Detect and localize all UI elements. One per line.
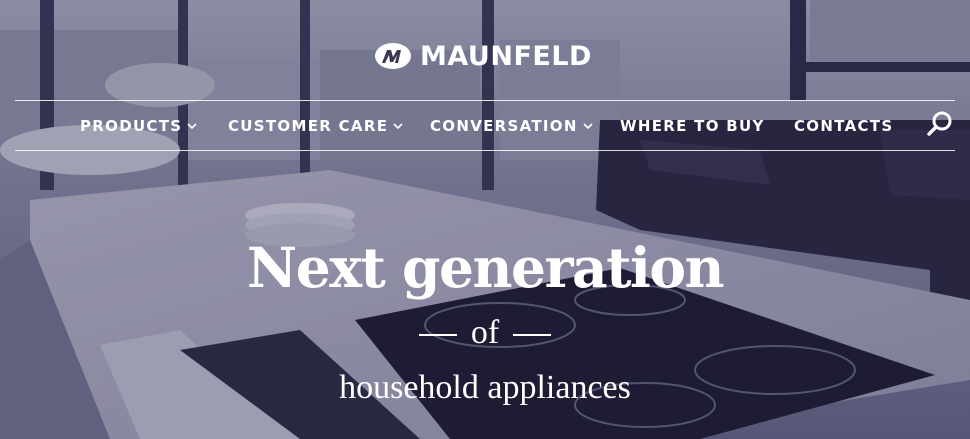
nav-item-conversation[interactable]: CONVERSATION <box>430 101 593 150</box>
hero-subheadline: household appliances <box>339 369 631 406</box>
chevron-down-icon <box>187 123 197 130</box>
nav-item-contacts[interactable]: CONTACTS <box>794 101 893 150</box>
nav-item-where-to-buy[interactable]: WHERE TO BUY <box>620 101 765 150</box>
nav-item-label: PRODUCTS <box>80 116 183 135</box>
maunfeld-logo-mark-icon <box>375 43 411 69</box>
search-icon[interactable] <box>926 110 954 138</box>
chevron-down-icon <box>393 123 403 130</box>
nav-item-label: CUSTOMER CARE <box>228 116 389 135</box>
nav-item-products[interactable]: PRODUCTS <box>80 101 197 150</box>
nav-item-label: CONVERSATION <box>430 116 578 135</box>
brand-logo[interactable]: MAUNFELD <box>374 39 592 73</box>
main-navigation: PRODUCTS CUSTOMER CARE CONVERSATION WHER… <box>0 101 970 150</box>
right-dash-divider <box>513 334 552 336</box>
nav-item-label: WHERE TO BUY <box>620 116 765 135</box>
nav-bottom-divider <box>15 150 955 151</box>
left-dash-divider <box>418 334 457 336</box>
brand-name: MAUNFELD <box>420 40 592 72</box>
nav-item-label: CONTACTS <box>794 116 894 135</box>
hero-connector-row: of <box>0 310 970 356</box>
hero-connector: of <box>470 314 500 351</box>
nav-item-customer-care[interactable]: CUSTOMER CARE <box>228 101 403 150</box>
chevron-down-icon <box>583 123 593 130</box>
hero-headline: Next generation <box>246 235 725 300</box>
